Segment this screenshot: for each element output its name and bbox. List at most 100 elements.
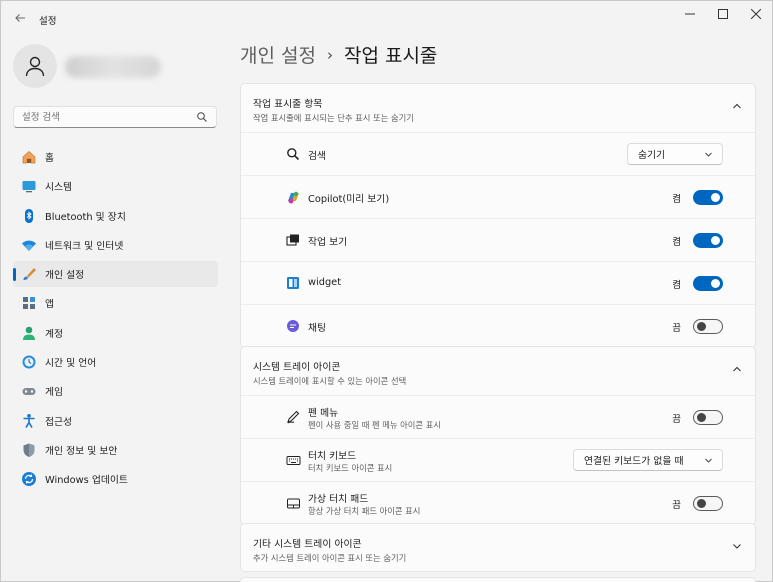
setting-row-task-view: 작업 보기 켬 xyxy=(241,218,755,261)
virtual-touchpad-toggle[interactable] xyxy=(693,496,723,511)
toggle-state-label: 켬 xyxy=(672,279,681,291)
chevron-up-icon[interactable] xyxy=(731,363,743,375)
sidebar-item-label: 개인 설정 xyxy=(45,270,85,282)
next-section-edge xyxy=(240,577,756,582)
system-icon xyxy=(21,178,37,194)
settings-window: 설정 홈 xyxy=(0,0,773,582)
task-view-toggle-group: 켬 xyxy=(672,233,723,248)
toggle-state-label: 끔 xyxy=(672,413,681,425)
sidebar-item-label: Windows 업데이트 xyxy=(45,475,128,487)
sidebar-item-privacy[interactable]: 개인 정보 및 보안 xyxy=(13,437,218,463)
sidebar-item-accounts[interactable]: 계정 xyxy=(13,320,218,346)
windows-update-icon xyxy=(21,471,37,487)
user-icon xyxy=(25,56,45,77)
setting-label: 가상 터치 패드 xyxy=(308,494,369,505)
setting-row-widgets: widget 켬 xyxy=(241,261,755,304)
setting-label: 작업 보기 xyxy=(308,237,348,248)
chevron-up-icon[interactable] xyxy=(731,100,743,112)
sidebar-item-label: 게임 xyxy=(45,387,64,399)
toggle-state-label: 끔 xyxy=(672,322,681,334)
sidebar-item-time-language[interactable]: 시간 및 언어 xyxy=(13,349,218,375)
sidebar-item-label: 앱 xyxy=(45,299,55,311)
touch-keyboard-dropdown[interactable]: 연결된 키보드가 없을 때 xyxy=(573,449,723,471)
sidebar-item-windows-update[interactable]: Windows 업데이트 xyxy=(13,466,218,492)
sidebar-item-label: 시간 및 언어 xyxy=(45,358,97,370)
toggle-state-label: 켬 xyxy=(672,193,681,205)
setting-row-touch-keyboard: 터치 키보드 터치 키보드 아이콘 표시 연결된 키보드가 없을 때 xyxy=(241,438,755,481)
setting-label: widget xyxy=(308,277,342,288)
chevron-down-icon[interactable] xyxy=(731,540,743,552)
sidebar-item-bluetooth[interactable]: Bluetooth 및 장치 xyxy=(13,203,218,229)
sidebar-item-personalization[interactable]: 개인 설정 xyxy=(13,261,218,288)
chat-icon xyxy=(285,318,301,334)
copilot-toggle[interactable] xyxy=(693,190,723,205)
gaming-icon xyxy=(21,383,37,399)
chevron-down-icon xyxy=(704,150,713,159)
chevron-down-icon xyxy=(704,456,713,465)
other-tray-section[interactable]: 기타 시스템 트레이 아이콘 추가 시스템 트레이 아이콘 표시 또는 숨기기 xyxy=(240,523,756,572)
accounts-icon xyxy=(21,325,37,341)
taskbar-items-section: 작업 표시줄 항목 작업 표시줄에 표시되는 단추 표시 또는 숨기기 검색 숨… xyxy=(240,83,756,348)
sidebar-item-label: 계정 xyxy=(45,328,64,340)
sidebar-item-accessibility[interactable]: 접근성 xyxy=(13,408,218,434)
virtual-touchpad-toggle-group: 끔 xyxy=(672,496,723,511)
sidebar-item-label: 네트워크 및 인터넷 xyxy=(45,240,124,252)
pen-menu-toggle[interactable] xyxy=(693,410,723,425)
minimize-icon[interactable] xyxy=(673,3,707,25)
widgets-icon xyxy=(285,275,301,291)
dropdown-value: 연결된 키보드가 없을 때 xyxy=(584,456,684,467)
dropdown-value: 숨기기 xyxy=(638,150,666,161)
setting-row-pen-menu: 펜 메뉴 펜이 사용 중일 때 펜 메뉴 아이콘 표시 끔 xyxy=(241,395,755,438)
section-subtitle: 작업 표시줄에 표시되는 단추 표시 또는 숨기기 xyxy=(253,113,414,123)
setting-label: 펜 메뉴 xyxy=(308,408,339,419)
title-bar: 설정 xyxy=(1,1,772,35)
setting-label: 검색 xyxy=(308,151,327,162)
sidebar-item-label: Bluetooth 및 장치 xyxy=(45,211,126,223)
sidebar-item-apps[interactable]: 앱 xyxy=(13,290,218,316)
other-tray-header[interactable]: 기타 시스템 트레이 아이콘 추가 시스템 트레이 아이콘 표시 또는 숨기기 xyxy=(241,524,755,572)
settings-search-box[interactable] xyxy=(13,106,217,128)
task-view-icon xyxy=(285,232,301,248)
chat-toggle-group: 끔 xyxy=(672,319,723,334)
home-icon xyxy=(21,149,37,165)
maximize-icon[interactable] xyxy=(706,3,740,25)
widgets-toggle[interactable] xyxy=(693,276,723,291)
close-icon[interactable] xyxy=(739,3,773,25)
taskbar-items-header[interactable]: 작업 표시줄 항목 작업 표시줄에 표시되는 단추 표시 또는 숨기기 xyxy=(241,84,755,132)
personalization-icon xyxy=(21,266,37,282)
bluetooth-icon xyxy=(21,208,37,224)
time-language-icon xyxy=(21,354,37,370)
setting-row-chat: 채팅 끔 xyxy=(241,304,755,347)
sidebar-nav: 홈 시스템 Bluetooth 및 장치 네트워크 및 인터넷 개인 설정 앱 … xyxy=(13,144,218,496)
system-tray-header[interactable]: 시스템 트레이 아이콘 시스템 트레이에 표시할 수 있는 아이콘 선택 xyxy=(241,347,755,395)
sidebar-item-label: 홈 xyxy=(45,153,55,164)
apps-icon xyxy=(21,295,37,311)
sidebar-item-home[interactable]: 홈 xyxy=(13,144,218,170)
chat-toggle[interactable] xyxy=(693,319,723,334)
sidebar-item-gaming[interactable]: 게임 xyxy=(13,378,218,404)
page-title: 작업 표시줄 xyxy=(343,45,438,67)
sidebar-item-network[interactable]: 네트워크 및 인터넷 xyxy=(13,232,218,258)
task-view-toggle[interactable] xyxy=(693,233,723,248)
pen-icon xyxy=(285,409,301,425)
sidebar-item-system[interactable]: 시스템 xyxy=(13,173,218,199)
system-tray-section: 시스템 트레이 아이콘 시스템 트레이에 표시할 수 있는 아이콘 선택 펜 메… xyxy=(240,346,756,525)
app-title: 설정 xyxy=(39,16,57,27)
widgets-toggle-group: 켬 xyxy=(672,276,723,291)
toggle-state-label: 켬 xyxy=(672,236,681,248)
settings-search-input[interactable] xyxy=(14,107,184,127)
back-arrow-icon[interactable] xyxy=(9,9,31,27)
copilot-icon xyxy=(285,189,301,205)
setting-row-search: 검색 숨기기 xyxy=(241,132,755,175)
section-title: 시스템 트레이 아이콘 xyxy=(253,362,341,373)
blurred-user-name xyxy=(65,56,161,78)
breadcrumb: 개인 설정 › 작업 표시줄 xyxy=(240,41,437,68)
avatar[interactable] xyxy=(13,44,57,88)
setting-label: 채팅 xyxy=(308,323,327,334)
search-mode-dropdown[interactable]: 숨기기 xyxy=(627,143,723,165)
breadcrumb-parent-link[interactable]: 개인 설정 xyxy=(240,41,316,68)
setting-row-copilot: Copilot(미리 보기) 켬 xyxy=(241,175,755,218)
search-icon[interactable] xyxy=(196,111,208,123)
touchpad-icon xyxy=(285,495,301,511)
setting-label: Copilot(미리 보기) xyxy=(308,194,390,205)
